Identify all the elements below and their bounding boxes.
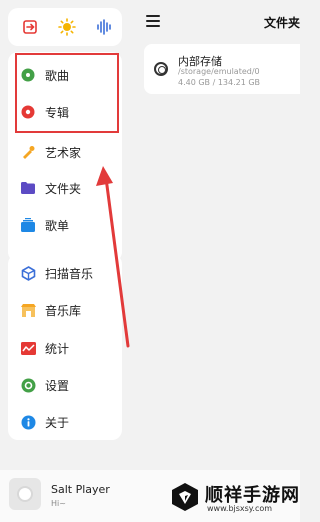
folder-icon bbox=[20, 180, 36, 196]
menu-icon[interactable] bbox=[146, 15, 160, 27]
sun-icon[interactable] bbox=[57, 17, 77, 37]
navigation-drawer: 歌曲 专辑 艺术家 文件夹 歌单 扫描音乐 音乐库 统计 设置 关于 bbox=[0, 0, 128, 470]
playlist-icon bbox=[20, 217, 36, 233]
nav-label: 艺术家 bbox=[45, 145, 82, 160]
library-icon bbox=[20, 302, 36, 318]
nav-item-artists[interactable]: 艺术家 bbox=[8, 134, 122, 170]
nav-item-playlists[interactable]: 歌单 bbox=[8, 207, 122, 243]
nav-label: 歌单 bbox=[45, 218, 70, 233]
watermark-url: www.bjsxsy.com bbox=[207, 504, 273, 513]
album-cover bbox=[9, 478, 41, 510]
settings-icon bbox=[20, 377, 36, 393]
equalizer-icon[interactable] bbox=[94, 17, 114, 37]
nav-label: 关于 bbox=[45, 415, 70, 430]
nav-label: 文件夹 bbox=[45, 181, 82, 196]
storage-size: 4.40 GB / 134.21 GB bbox=[178, 78, 261, 87]
nav-item-about[interactable]: 关于 bbox=[8, 404, 122, 440]
tools-card: 扫描音乐 音乐库 统计 设置 关于 bbox=[8, 254, 122, 440]
artist-icon bbox=[20, 144, 36, 160]
nav-item-scan-music[interactable]: 扫描音乐 bbox=[8, 255, 122, 291]
scan-icon bbox=[20, 265, 36, 281]
site-watermark: 顺祥手游网 www.bjsxsy.com bbox=[170, 478, 300, 518]
stats-icon bbox=[20, 340, 36, 356]
player-title: Salt Player bbox=[51, 483, 110, 496]
nav-label: 扫描音乐 bbox=[45, 266, 94, 281]
exit-icon[interactable] bbox=[20, 17, 40, 37]
nav-item-statistics[interactable]: 统计 bbox=[8, 330, 122, 366]
nav-item-settings[interactable]: 设置 bbox=[8, 367, 122, 403]
nav-label: 统计 bbox=[45, 341, 70, 356]
player-subtitle: Hi~ bbox=[51, 499, 66, 508]
disc-icon bbox=[17, 486, 33, 502]
nav-label: 设置 bbox=[45, 378, 70, 393]
nav-item-folders[interactable]: 文件夹 bbox=[8, 170, 122, 206]
nav-label: 音乐库 bbox=[45, 303, 82, 318]
storage-entry-internal[interactable]: 内部存储 /storage/emulated/0 4.40 GB / 134.2… bbox=[144, 44, 300, 94]
quick-actions-bar bbox=[8, 8, 122, 46]
storage-path: /storage/emulated/0 bbox=[178, 67, 260, 76]
storage-icon bbox=[154, 62, 168, 76]
nav-item-music-library[interactable]: 音乐库 bbox=[8, 292, 122, 328]
annotation-highlight-box bbox=[15, 53, 119, 133]
top-app-bar: 文件夹 bbox=[128, 0, 300, 44]
watermark-logo-icon bbox=[172, 483, 198, 511]
page-title: 文件夹 bbox=[263, 16, 300, 30]
about-icon bbox=[20, 414, 36, 430]
